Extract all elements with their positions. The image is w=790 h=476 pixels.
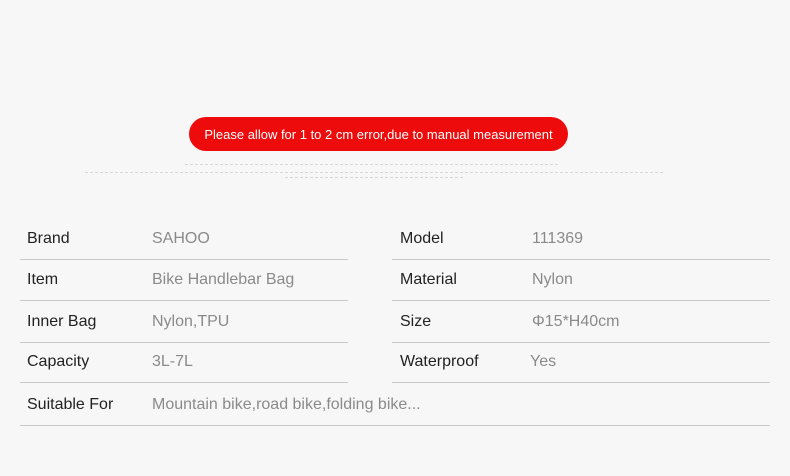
- spec-value: Φ15*H40cm: [532, 313, 620, 330]
- spec-value: Nylon,TPU: [152, 313, 230, 330]
- spec-label: Suitable For: [27, 396, 114, 413]
- spec-label: Brand: [27, 230, 70, 247]
- spec-label: Capacity: [27, 353, 90, 370]
- spec-value: Nylon: [532, 271, 573, 288]
- spec-label: Material: [400, 271, 457, 288]
- spec-value: SAHOO: [152, 230, 210, 247]
- spec-value: Mountain bike,road bike,folding bike...: [152, 396, 421, 413]
- spec-label: Inner Bag: [27, 313, 97, 330]
- spec-label: Model: [400, 230, 444, 247]
- spec-label: Waterproof: [400, 353, 479, 370]
- spec-value: Bike Handlebar Bag: [152, 271, 295, 288]
- spec-row-size: Size Φ15*H40cm: [392, 302, 770, 343]
- spec-row-capacity: Capacity 3L-7L: [20, 342, 348, 383]
- spec-row-suitable-for: Suitable For Mountain bike,road bike,fol…: [20, 385, 770, 426]
- spec-row-brand: Brand SAHOO: [20, 219, 348, 260]
- spec-row-waterproof: Waterproof Yes: [392, 342, 770, 383]
- spec-row-item: Item Bike Handlebar Bag: [20, 260, 348, 301]
- spec-value: 111369: [532, 230, 584, 247]
- specifications-table: Brand SAHOO Model 111369 Item Bike Handl…: [0, 0, 790, 476]
- spec-row-material: Material Nylon: [392, 260, 770, 301]
- spec-value: Yes: [530, 353, 557, 370]
- spec-row-model: Model 111369: [392, 219, 770, 260]
- spec-value: 3L-7L: [152, 353, 193, 370]
- spec-label: Item: [27, 271, 59, 288]
- spec-row-inner-bag: Inner Bag Nylon,TPU: [20, 302, 348, 343]
- spec-label: Size: [400, 313, 432, 330]
